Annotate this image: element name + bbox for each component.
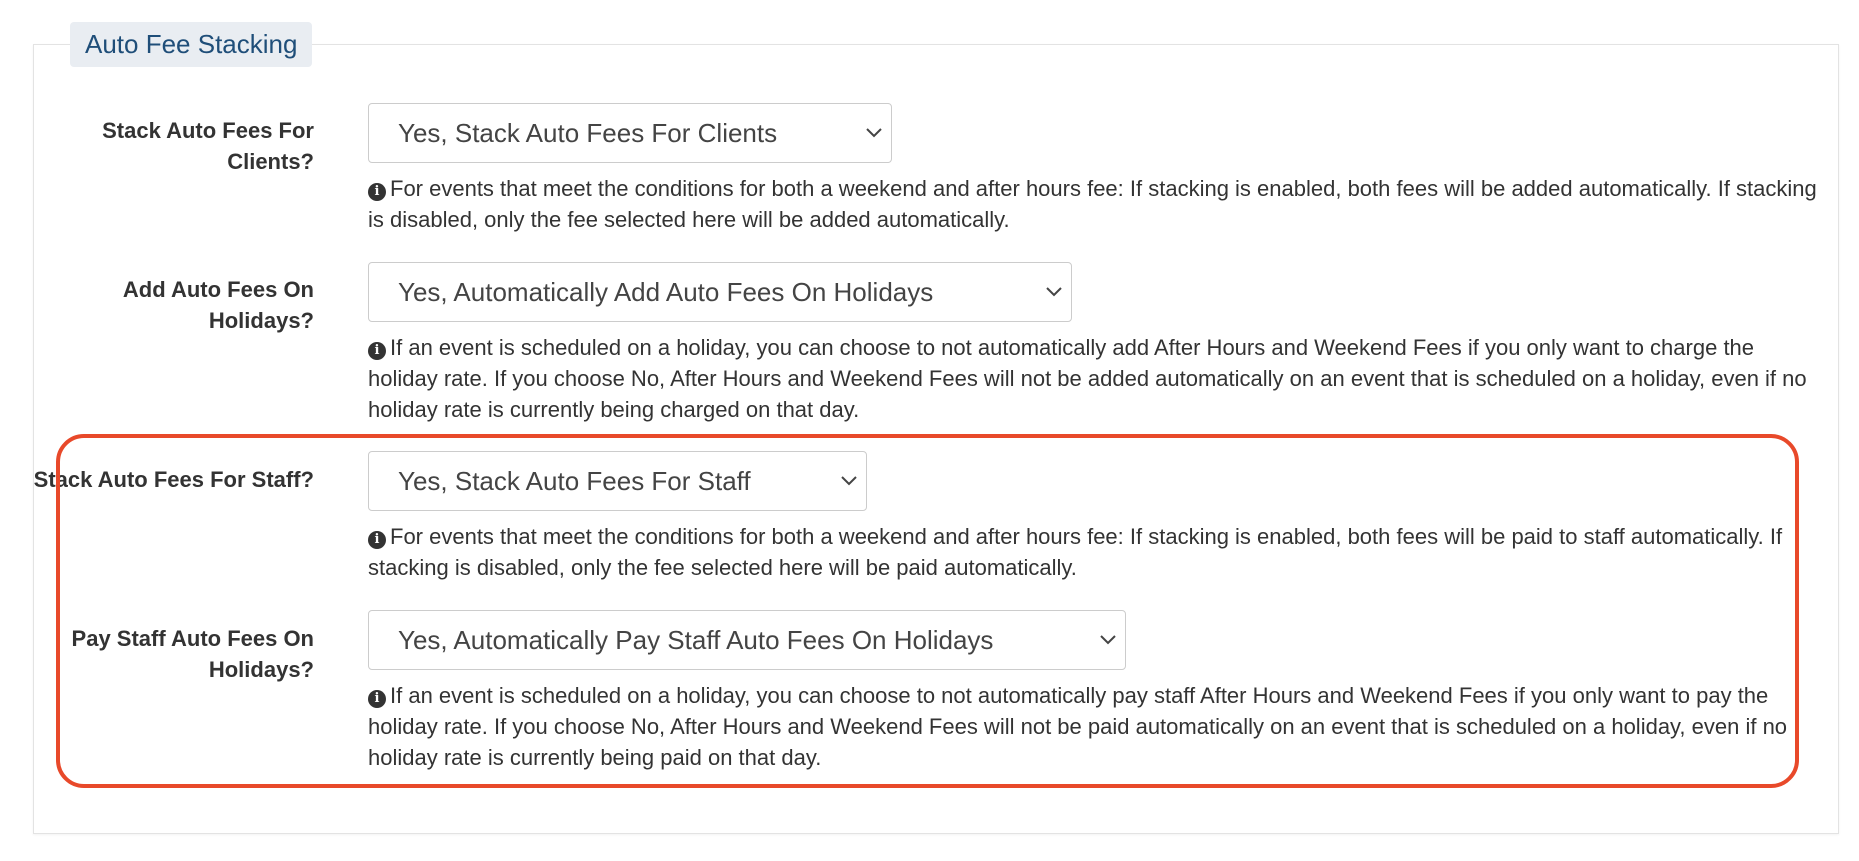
info-circle-icon: i — [368, 531, 386, 549]
info-circle-icon: i — [368, 183, 386, 201]
section-legend: Auto Fee Stacking — [70, 22, 313, 67]
stack-fees-clients-value: Yes, Stack Auto Fees For Clients — [398, 118, 778, 148]
add-fees-holidays-label: Add Auto Fees On Holidays? — [122, 277, 314, 333]
stack-fees-staff-value: Yes, Stack Auto Fees For Staff — [398, 466, 751, 496]
pay-staff-fees-holidays-value: Yes, Automatically Pay Staff Auto Fees O… — [398, 625, 994, 655]
info-circle-icon: i — [368, 342, 386, 360]
add-fees-holidays-help-text: If an event is scheduled on a holiday, y… — [368, 335, 1807, 422]
chevron-down-icon — [841, 476, 857, 486]
stack-fees-staff-label: Stack Auto Fees For Staff? — [33, 467, 314, 492]
stack-fees-staff-help-text: For events that meet the conditions for … — [368, 524, 1783, 580]
add-fees-holidays-value: Yes, Automatically Add Auto Fees On Holi… — [398, 277, 934, 307]
stack-fees-clients-label: Stack Auto Fees For Clients? — [102, 118, 314, 174]
stack-fees-clients-select[interactable]: Yes, Stack Auto Fees For Clients — [368, 103, 892, 163]
chevron-down-icon — [1046, 287, 1062, 297]
add-fees-holidays-select[interactable]: Yes, Automatically Add Auto Fees On Holi… — [368, 262, 1072, 322]
stack-fees-clients-help-text: For events that meet the conditions for … — [368, 176, 1817, 232]
chevron-down-icon — [1100, 635, 1116, 645]
add-fees-holidays-help: i If an event is scheduled on a holiday, … — [368, 332, 1818, 425]
pay-staff-fees-holidays-help: i If an event is scheduled on a holiday, … — [368, 680, 1818, 773]
pay-staff-fees-holidays-select[interactable]: Yes, Automatically Pay Staff Auto Fees O… — [368, 610, 1126, 670]
stack-fees-staff-select[interactable]: Yes, Stack Auto Fees For Staff — [368, 451, 867, 511]
stack-fees-clients-help: i For events that meet the conditions for… — [368, 173, 1818, 235]
info-circle-icon: i — [368, 690, 386, 708]
stack-fees-staff-help: i For events that meet the conditions for… — [368, 521, 1818, 583]
pay-staff-fees-holidays-help-text: If an event is scheduled on a holiday, y… — [368, 683, 1788, 770]
pay-staff-fees-holidays-label: Pay Staff Auto Fees On Holidays? — [71, 626, 314, 682]
chevron-down-icon — [866, 128, 882, 138]
